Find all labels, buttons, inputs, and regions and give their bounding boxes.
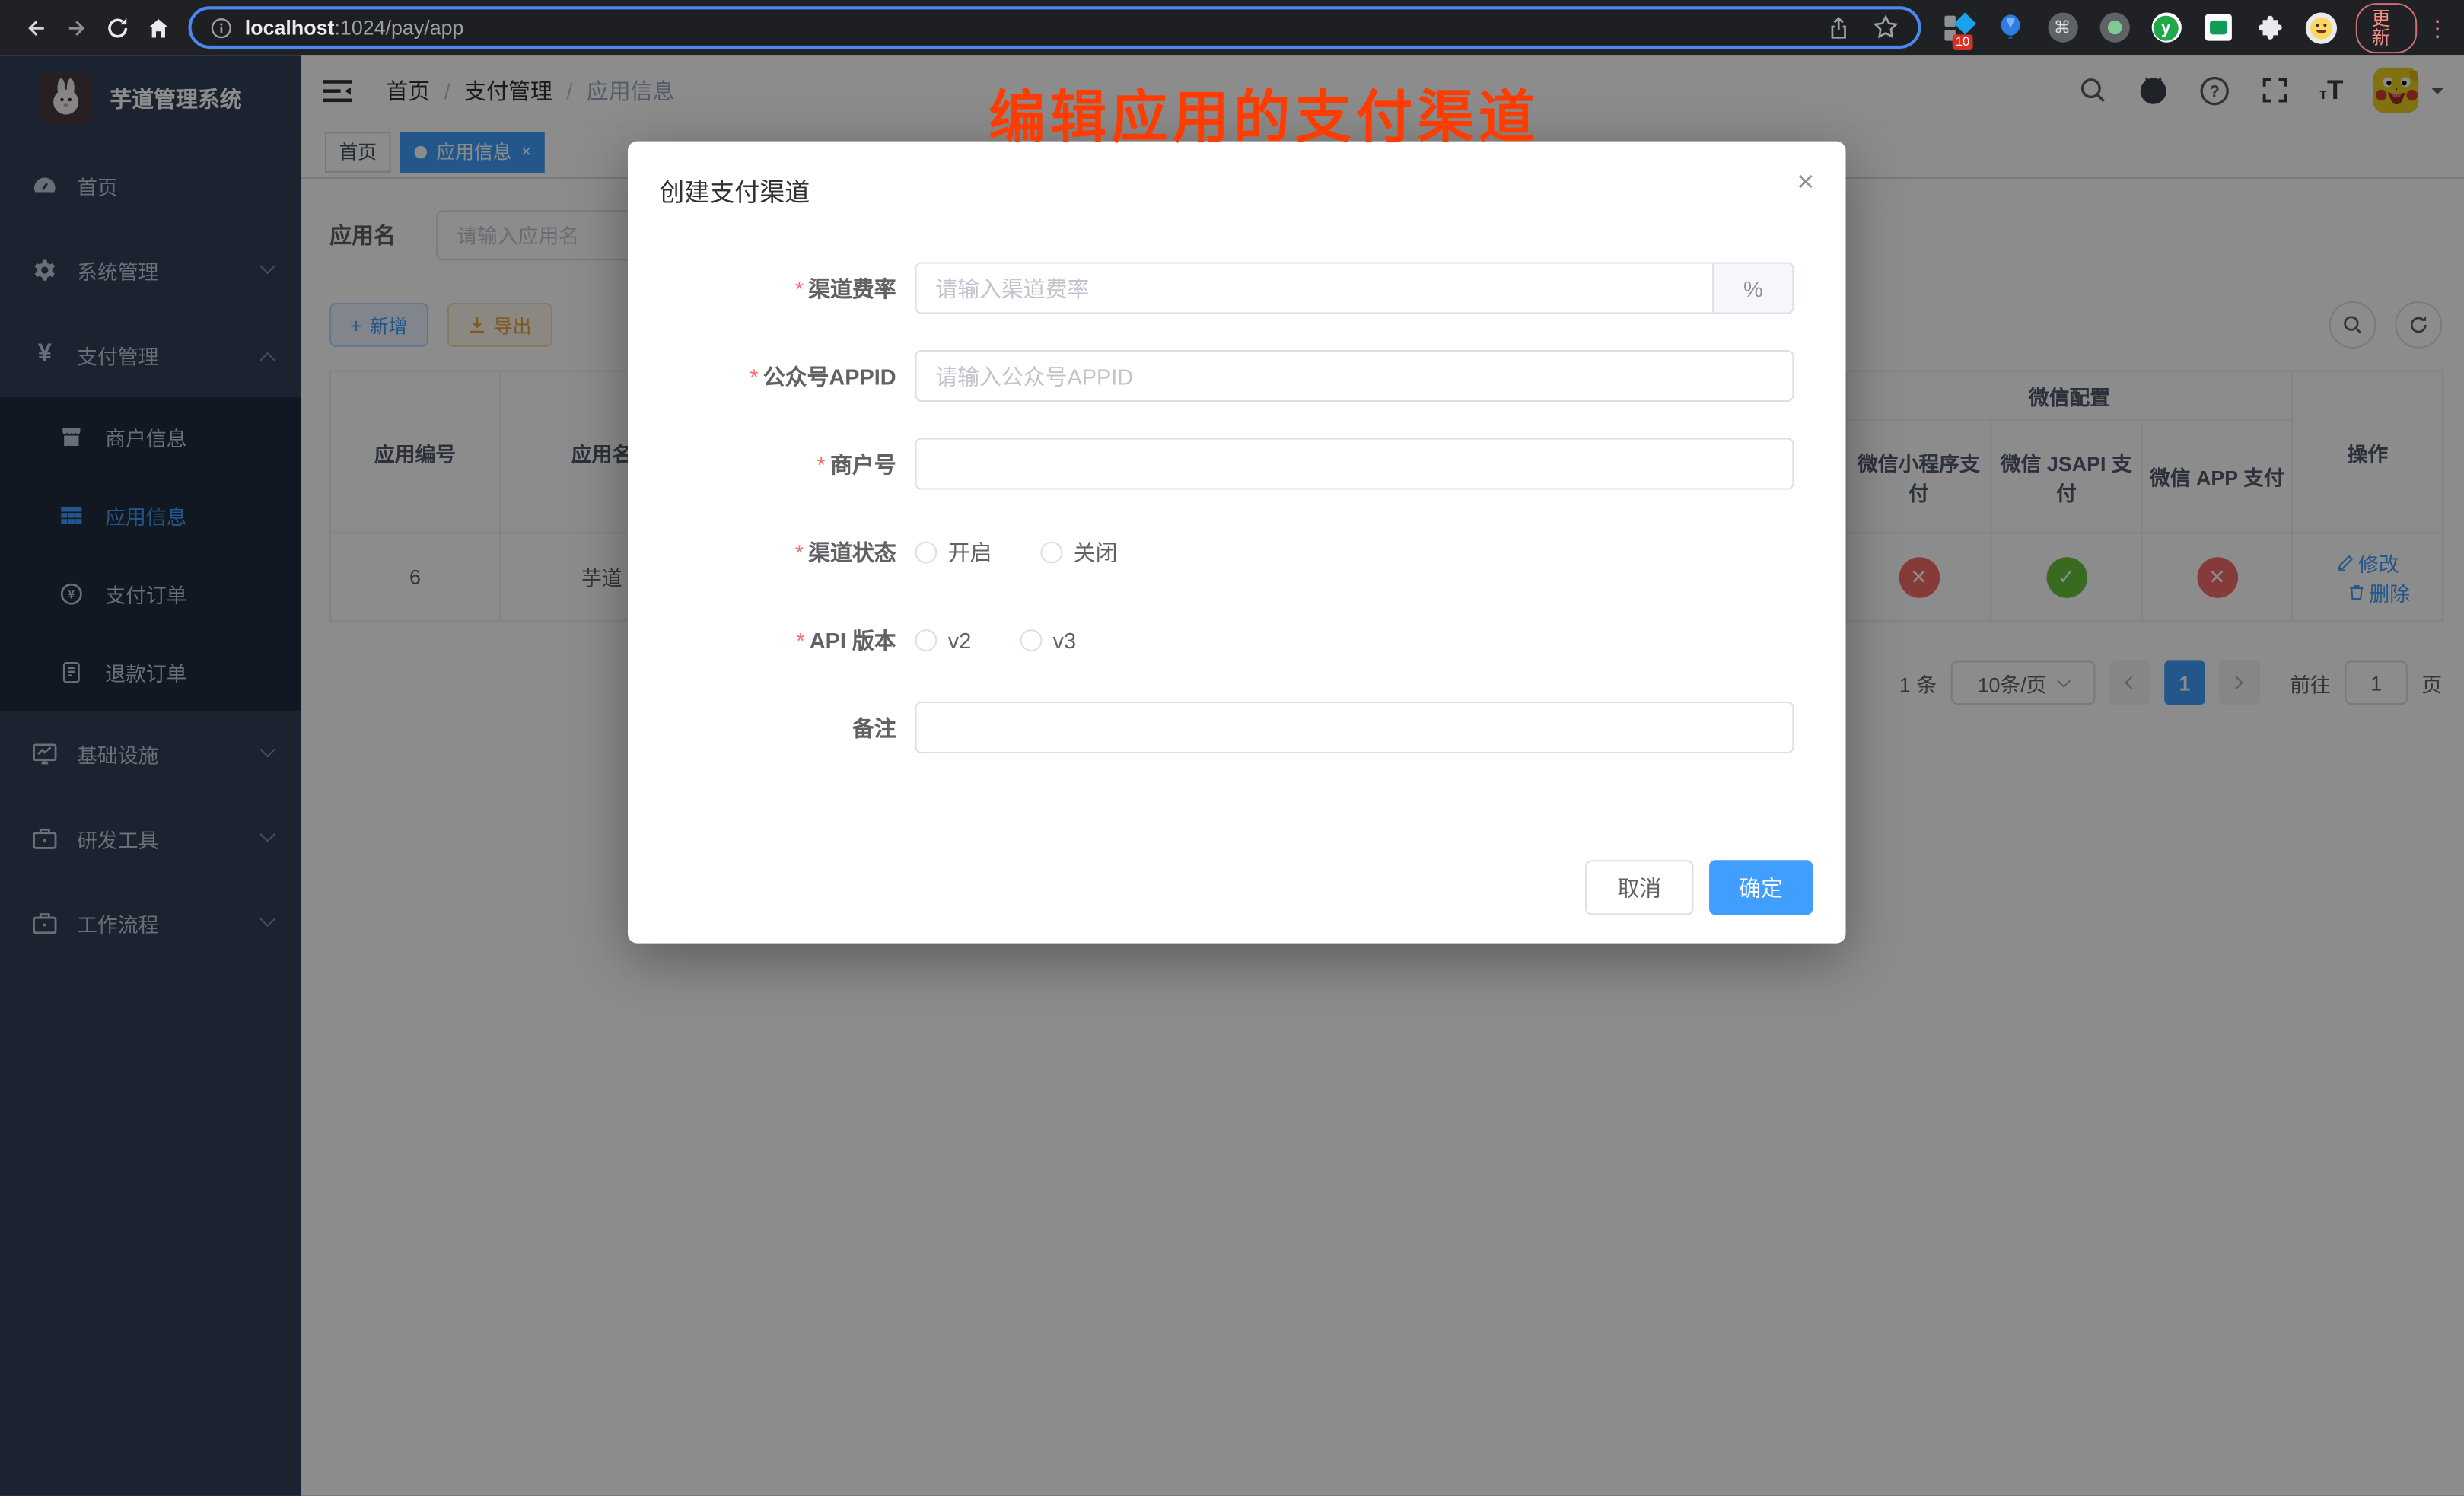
api-version-field-label: *API 版本 — [628, 624, 915, 655]
browser-back-button[interactable] — [16, 7, 57, 48]
confirm-button[interactable]: 确定 — [1709, 860, 1813, 915]
required-asterisk: * — [796, 627, 804, 652]
remark-field-label: 备注 — [628, 711, 915, 743]
required-asterisk: * — [817, 451, 826, 476]
status-open-radio[interactable]: 开启 — [915, 536, 992, 567]
extensions-area: 10 ⌘ y — [1943, 11, 2337, 43]
annotation-text: 编辑应用的支付渠道 — [988, 72, 1539, 154]
official-account-appid-input[interactable] — [915, 350, 1794, 402]
extension-badge: 10 — [1953, 33, 1973, 49]
bookmark-star-icon[interactable] — [1873, 14, 1899, 41]
merchant-id-input[interactable] — [915, 438, 1794, 489]
browser-toolbar: localhost:1024/pay/app 10 ⌘ y — [0, 0, 2464, 55]
share-icon[interactable] — [1827, 15, 1851, 40]
back-icon — [24, 15, 49, 40]
close-icon[interactable]: × — [1797, 171, 1814, 196]
extension-command-icon[interactable]: ⌘ — [2047, 11, 2078, 43]
extensions-puzzle-icon[interactable] — [2254, 11, 2285, 43]
forward-icon — [65, 15, 90, 40]
radio-icon — [915, 541, 937, 563]
remark-input[interactable] — [915, 702, 1794, 753]
channel-rate-input[interactable] — [915, 262, 1714, 314]
browser-reload-button[interactable] — [97, 7, 138, 48]
extension-chat-icon[interactable] — [2202, 11, 2233, 43]
percent-suffix: % — [1714, 262, 1794, 314]
browser-forward-button[interactable] — [56, 7, 97, 48]
radio-icon — [1020, 629, 1042, 651]
dialog-title: 创建支付渠道 — [659, 171, 810, 209]
api-v3-radio[interactable]: v3 — [1020, 627, 1076, 652]
browser-menu-icon[interactable]: ⋮ — [2427, 20, 2449, 36]
required-asterisk: * — [795, 539, 804, 564]
radio-icon — [1040, 541, 1062, 563]
rate-field-label: *渠道费率 — [628, 272, 915, 304]
status-closed-radio[interactable]: 关闭 — [1040, 536, 1117, 567]
extension-grey-dot-icon[interactable] — [2099, 11, 2130, 43]
site-info-icon[interactable] — [210, 17, 232, 39]
home-icon — [146, 15, 171, 40]
reload-icon — [105, 15, 130, 40]
browser-update-button[interactable]: 更新 — [2356, 2, 2417, 53]
cancel-button[interactable]: 取消 — [1585, 860, 1693, 915]
address-bar[interactable]: localhost:1024/pay/app — [189, 6, 1921, 49]
api-v2-radio[interactable]: v2 — [915, 627, 971, 652]
radio-icon — [915, 629, 937, 651]
appid-field-label: *公众号APPID — [628, 360, 915, 391]
profile-avatar-icon[interactable] — [2306, 11, 2337, 43]
required-asterisk: * — [750, 363, 758, 388]
extension-sketch-icon[interactable]: 10 — [1943, 11, 1974, 43]
required-asterisk: * — [795, 275, 804, 301]
merchant-field-label: *商户号 — [628, 448, 915, 479]
url-text[interactable]: localhost:1024/pay/app — [245, 16, 464, 40]
status-field-label: *渠道状态 — [628, 536, 915, 567]
extension-balloon-icon[interactable] — [1994, 11, 2026, 43]
create-pay-channel-dialog: 创建支付渠道 × *渠道费率 % *公众号APPID *商户号 — [628, 142, 1846, 944]
screen: localhost:1024/pay/app 10 ⌘ y — [0, 0, 2464, 1496]
browser-home-button[interactable] — [138, 7, 180, 48]
extension-y-icon[interactable]: y — [2150, 11, 2182, 43]
